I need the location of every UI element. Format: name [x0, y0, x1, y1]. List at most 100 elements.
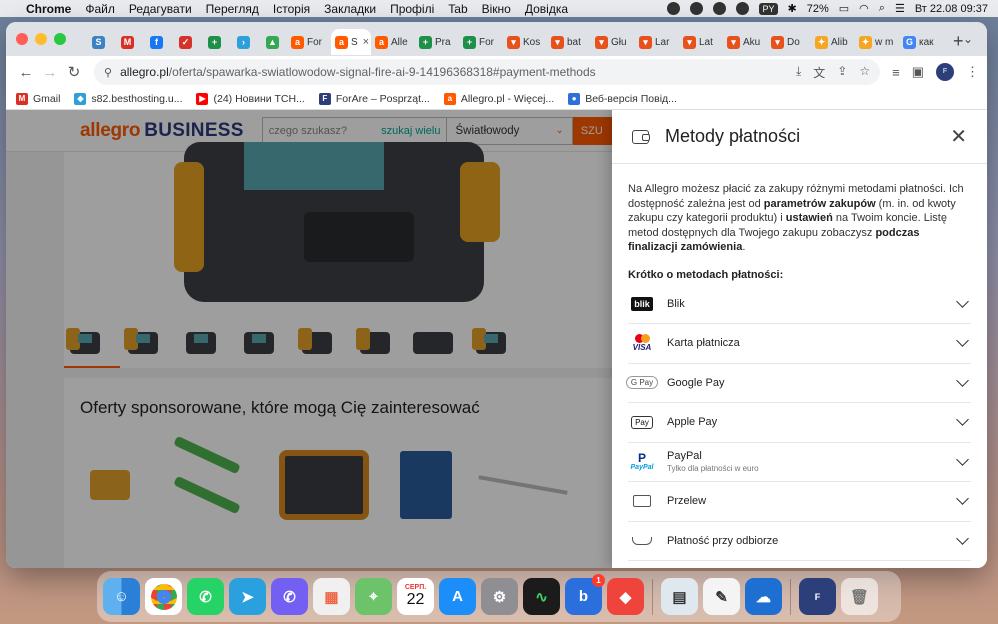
- textedit-icon[interactable]: ✎: [703, 578, 740, 615]
- menu-help[interactable]: Довідка: [525, 2, 568, 16]
- chevron-down-icon[interactable]: [956, 413, 969, 427]
- trash-icon[interactable]: 🗑: [841, 578, 878, 615]
- browser-tab[interactable]: f: [142, 29, 171, 55]
- whatsapp-icon[interactable]: ✆: [187, 578, 224, 615]
- browser-tab[interactable]: ▾ Do: [767, 29, 811, 55]
- browser-tab[interactable]: Gкак: [899, 29, 943, 55]
- tab-search-chevron-icon[interactable]: ⌄: [963, 32, 973, 46]
- record-status-icon[interactable]: [736, 2, 750, 15]
- clock[interactable]: Вт 22.08 09:37: [915, 3, 988, 15]
- site-info-icon[interactable]: ⚲: [104, 66, 112, 79]
- browser-tab[interactable]: ▾ Kos: [503, 29, 547, 55]
- menu-tab[interactable]: Tab: [448, 2, 467, 16]
- menu-bookmarks[interactable]: Закладки: [324, 2, 376, 16]
- mail-app-icon[interactable]: b1: [565, 574, 605, 615]
- browser-tab[interactable]: ▲: [258, 29, 287, 55]
- install-icon[interactable]: ⤓: [796, 64, 801, 81]
- close-icon[interactable]: ✕: [950, 124, 967, 149]
- browser-tab[interactable]: S: [84, 29, 113, 55]
- menu-edit[interactable]: Редагувати: [129, 2, 192, 16]
- chevron-down-icon[interactable]: [956, 294, 969, 308]
- finder-icon[interactable]: ☺: [103, 578, 140, 615]
- chrome-menu-icon[interactable]: ⋮: [966, 64, 979, 80]
- browser-tab[interactable]: ▾ bat: [547, 29, 591, 55]
- menu-file[interactable]: Файл: [85, 2, 115, 16]
- browser-tab[interactable]: ✦ Alib: [811, 29, 855, 55]
- method-blik[interactable]: blik Blik: [628, 285, 971, 324]
- activity-monitor-icon[interactable]: ∿: [523, 578, 560, 615]
- browser-tab[interactable]: ▾ Lat: [679, 29, 723, 55]
- method-cash-on-delivery[interactable]: Płatność przy odbiorze: [628, 522, 971, 561]
- preview-icon[interactable]: ▤: [661, 578, 698, 615]
- calendar-icon[interactable]: СЕРП. 22: [397, 578, 434, 615]
- telegram-icon[interactable]: ➤: [229, 578, 266, 615]
- browser-tab[interactable]: a S ×: [331, 29, 371, 55]
- anydesk-icon[interactable]: ◆: [607, 578, 644, 615]
- menu-profiles[interactable]: Профілі: [390, 2, 434, 16]
- browser-tab[interactable]: + Pra: [415, 29, 459, 55]
- forward-button[interactable]: →: [38, 64, 62, 81]
- input-language-indicator[interactable]: PY: [759, 2, 778, 15]
- chrome-icon[interactable]: [145, 578, 182, 615]
- browser-tab[interactable]: a Alle: [371, 29, 415, 55]
- tab-close-icon[interactable]: ×: [363, 36, 369, 48]
- browser-tab[interactable]: ✦ w m: [855, 29, 899, 55]
- spotlight-icon[interactable]: ⌕: [879, 2, 885, 15]
- method-apple-pay[interactable]: Pay Apple Pay: [628, 403, 971, 443]
- modal-backdrop[interactable]: [6, 110, 612, 568]
- browser-tab[interactable]: ▾ Aku: [723, 29, 767, 55]
- bookmark-item[interactable]: a Allegro.pl - Więcej...: [443, 92, 554, 105]
- chevron-down-icon[interactable]: [956, 373, 969, 387]
- battery-icon[interactable]: ▭: [839, 2, 849, 15]
- system-settings-icon[interactable]: ⚙: [481, 578, 518, 615]
- telegram-status-icon[interactable]: [713, 2, 727, 15]
- reload-button[interactable]: ↻: [62, 63, 86, 81]
- browser-tab[interactable]: ✓: [171, 29, 200, 55]
- side-panel-icon[interactable]: ▣: [912, 64, 924, 80]
- bookmark-item[interactable]: ▶ (24) Новини ТСН...: [196, 92, 305, 105]
- translate-icon[interactable]: 文: [813, 64, 825, 81]
- minimize-window-button[interactable]: [35, 33, 47, 45]
- bookmark-item[interactable]: M Gmail: [16, 92, 60, 105]
- bookmark-item[interactable]: ● Веб-версія Повід...: [568, 92, 677, 105]
- browser-tab[interactable]: ▾ Głu: [591, 29, 635, 55]
- bluetooth-icon[interactable]: ✱: [788, 2, 797, 15]
- bookmark-item[interactable]: F ForAre – Posprząt...: [318, 92, 430, 105]
- method-transfer[interactable]: Przelew: [628, 482, 971, 522]
- zoom-window-button[interactable]: [54, 33, 66, 45]
- launchpad-icon[interactable]: ▦: [313, 578, 350, 615]
- browser-tab[interactable]: + For: [459, 29, 503, 55]
- browser-tab[interactable]: +: [200, 29, 229, 55]
- method-google-pay[interactable]: G Pay Google Pay: [625, 364, 971, 403]
- chevron-down-icon[interactable]: [956, 452, 969, 466]
- address-bar[interactable]: ⚲ allegro.pl /oferta/spawarka-swiatlowod…: [94, 59, 881, 85]
- bookmark-star-icon[interactable]: ☆: [859, 64, 870, 81]
- browser-tab[interactable]: M: [113, 29, 142, 55]
- chevron-down-icon[interactable]: [956, 531, 969, 545]
- bookmark-item[interactable]: ◆ s82.besthosting.u...: [74, 92, 182, 105]
- openoffice-icon[interactable]: ☁: [745, 578, 782, 615]
- close-window-button[interactable]: [16, 33, 28, 45]
- browser-tab[interactable]: ▾ Lar: [635, 29, 679, 55]
- wifi-icon[interactable]: ◠: [859, 2, 869, 15]
- profile-avatar[interactable]: F: [936, 63, 954, 81]
- viber-status-icon[interactable]: [690, 2, 704, 15]
- browser-tab[interactable]: a For: [287, 29, 331, 55]
- control-center-icon[interactable]: ☰: [895, 2, 905, 15]
- viber-icon[interactable]: ✆: [271, 578, 308, 615]
- new-tab-button[interactable]: +: [953, 31, 964, 52]
- method-card[interactable]: VISA Karta płatnicza: [628, 324, 971, 364]
- menu-window[interactable]: Вікно: [482, 2, 511, 16]
- browser-tab[interactable]: ›: [229, 29, 258, 55]
- maps-icon[interactable]: ⌖: [355, 578, 392, 615]
- forare-app-icon[interactable]: F: [799, 578, 836, 615]
- reading-list-icon[interactable]: ≡: [892, 65, 900, 80]
- app-store-icon[interactable]: A: [439, 578, 476, 615]
- back-button[interactable]: ←: [14, 64, 38, 81]
- chevron-down-icon[interactable]: [956, 334, 969, 348]
- method-paypal[interactable]: P PayPal PayPal Tylko dla płatności w eu…: [628, 443, 971, 482]
- menu-app-name[interactable]: Chrome: [26, 2, 71, 16]
- share-icon[interactable]: ⇪: [837, 64, 847, 81]
- menu-history[interactable]: Історія: [273, 2, 310, 16]
- menu-view[interactable]: Перегляд: [206, 2, 259, 16]
